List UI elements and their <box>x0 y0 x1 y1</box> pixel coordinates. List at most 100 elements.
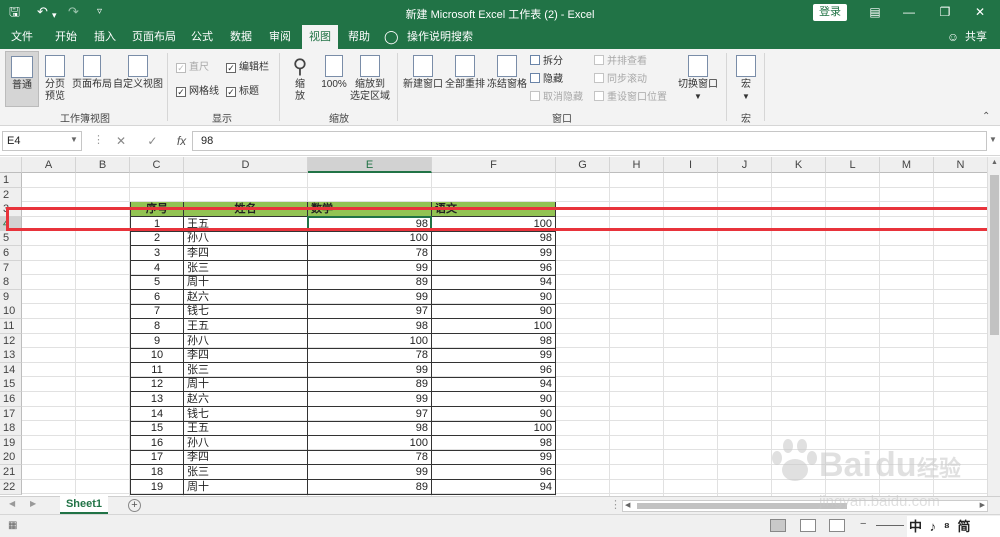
row-header[interactable]: 9 <box>0 289 22 305</box>
tab-formulas[interactable]: 公式 <box>186 25 218 49</box>
table-cell[interactable]: 张三 <box>184 362 308 378</box>
table-cell[interactable]: 98 <box>308 421 432 437</box>
table-cell[interactable]: 94 <box>432 377 556 393</box>
freeze-panes-button[interactable]: 冻结窗格 <box>486 55 528 91</box>
enter-icon[interactable]: ✓ <box>147 134 157 148</box>
split-button[interactable]: 拆分 <box>530 55 563 68</box>
table-cell[interactable]: 89 <box>308 275 432 291</box>
table-cell[interactable]: 17 <box>130 450 184 466</box>
column-header-a[interactable]: A <box>22 157 76 173</box>
prev-sheet-icon[interactable]: ◀ <box>9 499 15 508</box>
table-cell[interactable]: 78 <box>308 450 432 466</box>
table-cell[interactable]: 99 <box>308 465 432 480</box>
tab-data[interactable]: 数据 <box>225 25 257 49</box>
table-cell[interactable]: 98 <box>308 319 432 334</box>
row-header[interactable]: 6 <box>0 246 22 261</box>
column-header-j[interactable]: J <box>718 157 772 173</box>
table-cell[interactable]: 97 <box>308 406 432 422</box>
row-header[interactable]: 7 <box>0 260 22 276</box>
column-header-m[interactable]: M <box>880 157 934 173</box>
table-cell[interactable]: 99 <box>308 289 432 305</box>
macro-record-icon[interactable]: ▦ <box>8 520 17 531</box>
table-cell[interactable]: 100 <box>308 231 432 247</box>
gridlines-checkbox[interactable]: ✓ 网格线 <box>176 85 219 98</box>
table-cell[interactable]: 张三 <box>184 260 308 276</box>
zoom-selection-button[interactable]: 缩放到 选定区域 <box>348 55 392 103</box>
table-cell[interactable]: 99 <box>308 392 432 407</box>
table-cell[interactable]: 8 <box>130 319 184 334</box>
column-header-b[interactable]: B <box>76 157 130 173</box>
table-cell[interactable]: 100 <box>308 333 432 349</box>
row-header[interactable]: 5 <box>0 231 22 247</box>
table-cell[interactable]: 78 <box>308 246 432 261</box>
table-cell[interactable]: 90 <box>432 392 556 407</box>
table-cell[interactable]: 14 <box>130 406 184 422</box>
row-header[interactable]: 15 <box>0 377 22 393</box>
table-cell[interactable]: 100 <box>308 435 432 451</box>
table-cell[interactable]: 10 <box>130 348 184 364</box>
row-header[interactable]: 1 <box>0 173 22 188</box>
arrange-all-button[interactable]: 全部重排 <box>444 55 486 91</box>
table-cell[interactable]: 12 <box>130 377 184 393</box>
table-cell[interactable]: 11 <box>130 362 184 378</box>
table-cell[interactable]: 周十 <box>184 275 308 291</box>
row-header[interactable]: 12 <box>0 333 22 349</box>
table-cell[interactable]: 13 <box>130 392 184 407</box>
page-break-preview-button[interactable]: 分页 预览 <box>40 55 70 103</box>
column-header-l[interactable]: L <box>826 157 880 173</box>
column-header-h[interactable]: H <box>610 157 664 173</box>
row-header[interactable]: 19 <box>0 435 22 451</box>
table-cell[interactable]: 2 <box>130 231 184 247</box>
column-header-g[interactable]: G <box>556 157 610 173</box>
zoom-slider[interactable] <box>876 525 904 526</box>
row-header[interactable]: 17 <box>0 406 22 422</box>
row-header[interactable]: 11 <box>0 319 22 334</box>
table-cell[interactable]: 3 <box>130 246 184 261</box>
table-cell[interactable]: 6 <box>130 289 184 305</box>
login-button[interactable]: 登录 <box>813 4 847 21</box>
table-cell[interactable]: 98 <box>432 231 556 247</box>
table-cell[interactable]: 李四 <box>184 450 308 466</box>
table-cell[interactable]: 89 <box>308 377 432 393</box>
row-header[interactable]: 18 <box>0 421 22 437</box>
tab-review[interactable]: 审阅 <box>264 25 296 49</box>
headings-checkbox[interactable]: ✓ 标题 <box>226 85 259 98</box>
table-cell[interactable]: 赵六 <box>184 392 308 407</box>
switch-windows-button[interactable]: 切换窗口 ▼ <box>676 55 720 103</box>
table-cell[interactable]: 99 <box>432 450 556 466</box>
scroll-right-icon[interactable]: ▶ <box>980 501 985 509</box>
column-header-f[interactable]: F <box>432 157 556 173</box>
table-cell[interactable]: 孙八 <box>184 231 308 247</box>
zoom-button[interactable]: ⚲ 缩 放 <box>287 55 313 103</box>
table-cell[interactable]: 张三 <box>184 465 308 480</box>
table-cell[interactable]: 18 <box>130 465 184 480</box>
table-cell[interactable]: 7 <box>130 304 184 320</box>
macros-button[interactable]: 宏 ▼ <box>733 55 759 103</box>
collapse-ribbon-icon[interactable]: ⌃ <box>982 111 990 122</box>
row-header[interactable]: 14 <box>0 362 22 378</box>
table-cell[interactable]: 李四 <box>184 348 308 364</box>
row-header[interactable]: 2 <box>0 187 22 203</box>
table-cell[interactable]: 98 <box>432 435 556 451</box>
share-button[interactable]: 共享 <box>962 25 990 49</box>
table-cell[interactable]: 99 <box>432 246 556 261</box>
vertical-scrollbar[interactable]: ▲ <box>987 157 1000 496</box>
minimize-icon[interactable]: — <box>898 3 920 21</box>
table-cell[interactable]: 钱七 <box>184 406 308 422</box>
row-header[interactable]: 8 <box>0 275 22 291</box>
table-cell[interactable]: 100 <box>432 319 556 334</box>
table-cell[interactable]: 99 <box>308 260 432 276</box>
sheet-tab[interactable]: Sheet1 <box>60 496 108 514</box>
table-cell[interactable]: 15 <box>130 421 184 437</box>
table-cell[interactable]: 99 <box>432 348 556 364</box>
name-box-dropdown-icon[interactable]: ▼ <box>70 135 78 144</box>
close-icon[interactable]: ✕ <box>969 3 991 21</box>
vertical-scroll-thumb[interactable] <box>990 175 999 335</box>
tell-me-search[interactable]: 操作说明搜索 <box>405 25 475 49</box>
table-cell[interactable]: 周十 <box>184 479 308 495</box>
select-all-corner[interactable] <box>0 157 22 173</box>
insert-function-icon[interactable]: fx <box>177 134 186 148</box>
formula-bar-checkbox[interactable]: ✓ 编辑栏 <box>226 61 269 74</box>
add-sheet-icon[interactable]: + <box>128 499 141 512</box>
custom-views-button[interactable]: 自定义视图 <box>113 55 163 91</box>
